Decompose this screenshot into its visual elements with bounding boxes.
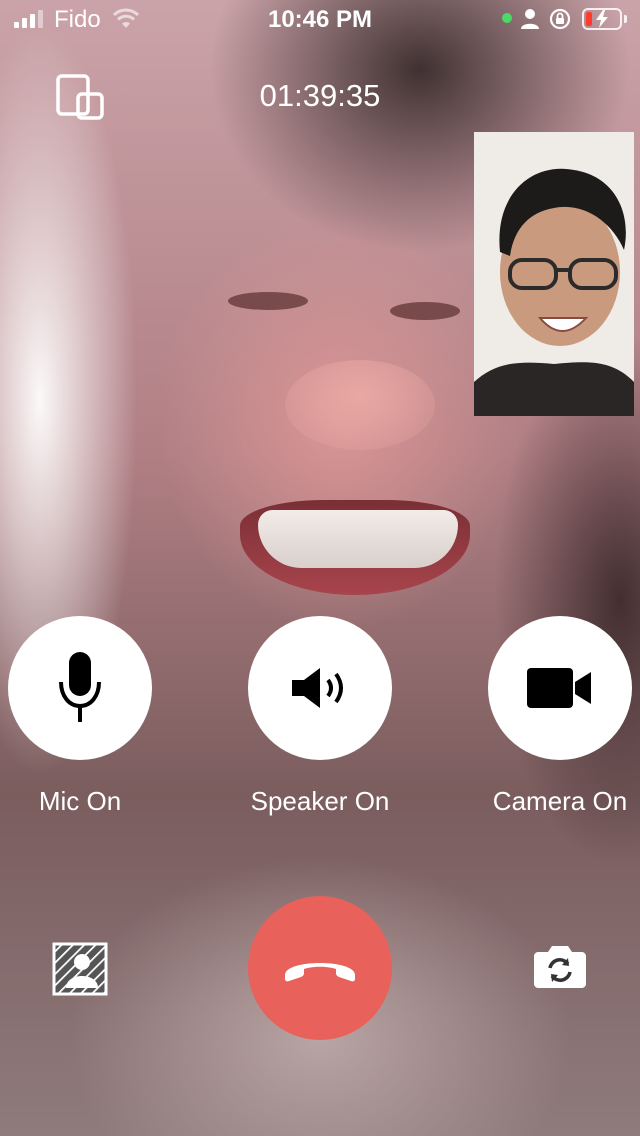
rotation-lock-icon [549, 8, 571, 30]
battery-cap [624, 15, 627, 23]
charging-bolt-icon [596, 10, 608, 28]
switch-view-icon[interactable] [54, 72, 106, 122]
remote-eye-right [390, 302, 460, 320]
remote-nose [285, 360, 435, 450]
battery-icon [582, 8, 622, 30]
speaker-toggle-button[interactable] [248, 616, 392, 760]
status-time: 10:46 PM [267, 6, 373, 33]
speaker-icon [292, 668, 343, 708]
mic-toggle-button[interactable] [8, 616, 152, 760]
camera-label: Camera On [492, 786, 628, 816]
video-camera-icon [527, 668, 591, 708]
mic-label: Mic On [38, 786, 122, 816]
battery-level [586, 12, 592, 26]
hang-up-button[interactable] [248, 896, 392, 1040]
video-call-screen: Fido 10:46 PM 01:39:35 Mic On Speaker On… [0, 0, 640, 1136]
camera-toggle-button[interactable] [488, 616, 632, 760]
speaker-label: Speaker On [250, 786, 390, 816]
remote-eye-left [228, 292, 308, 310]
call-duration: 01:39:35 [259, 78, 381, 113]
self-video-image [474, 132, 634, 416]
microphone-icon [59, 652, 101, 722]
camera-in-use-indicator [502, 13, 512, 23]
self-video-preview[interactable] [474, 132, 634, 416]
person-icon [521, 9, 539, 29]
background-blur-icon[interactable] [52, 942, 108, 996]
remote-teeth [258, 510, 458, 568]
status-bar: Fido 10:46 PM [0, 0, 640, 40]
flip-camera-icon[interactable] [532, 944, 588, 990]
phone-hangup-icon [285, 963, 355, 982]
